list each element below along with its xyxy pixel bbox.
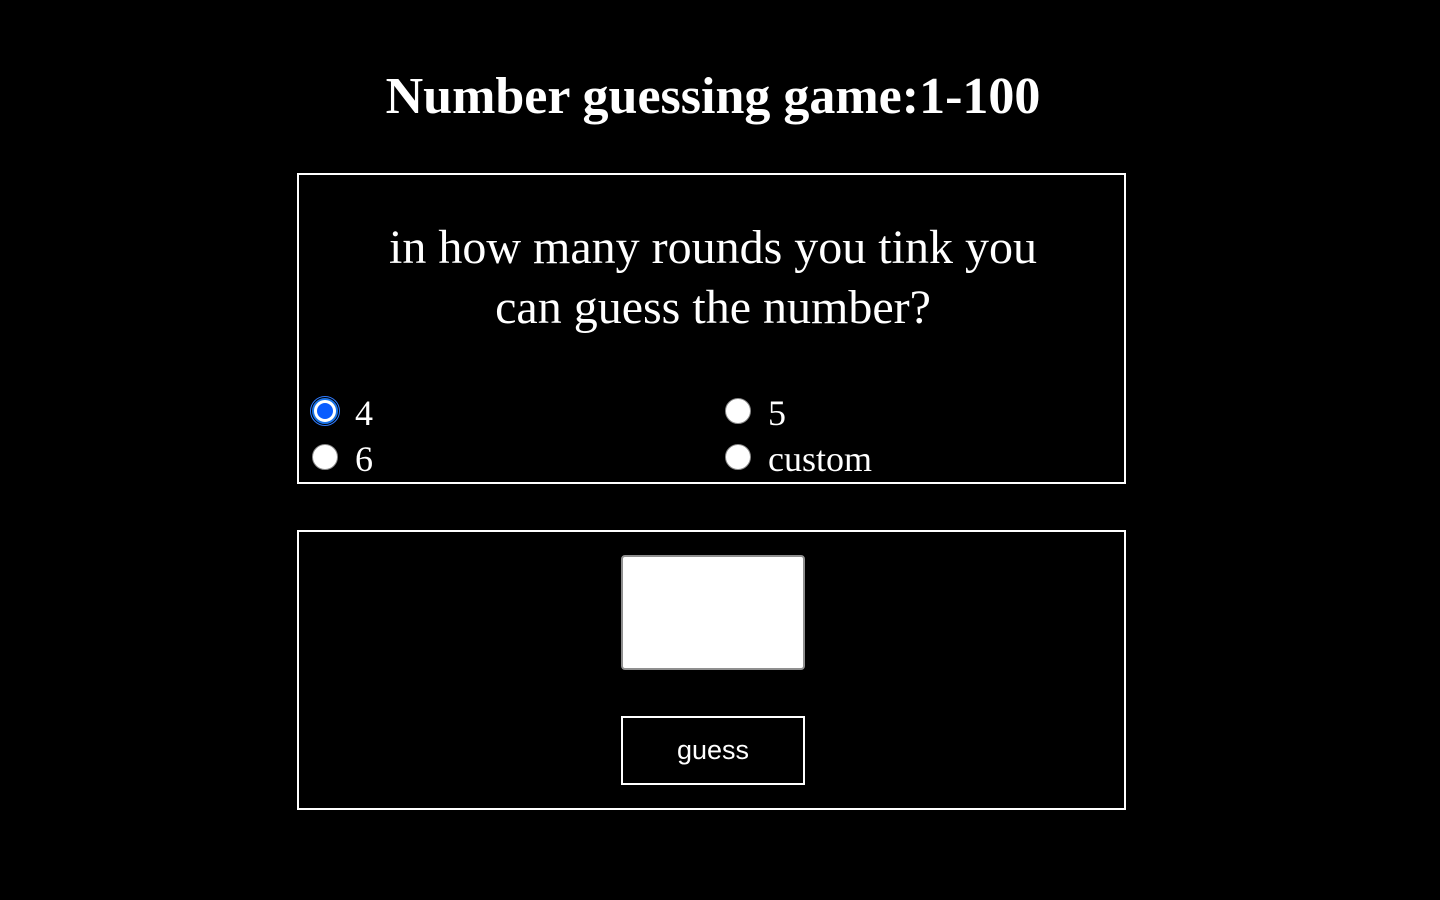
radio-button-5[interactable] xyxy=(725,398,751,424)
guess-button[interactable]: guess xyxy=(621,716,805,785)
rounds-option-6[interactable]: 6 xyxy=(312,437,373,479)
radio-button-custom[interactable] xyxy=(725,444,751,470)
rounds-option-custom[interactable]: custom xyxy=(725,437,872,479)
rounds-option-4[interactable]: 4 xyxy=(310,391,373,433)
rounds-option-4-label: 4 xyxy=(355,393,373,433)
radio-button-6[interactable] xyxy=(312,444,338,470)
rounds-question: in how many rounds you tink you can gues… xyxy=(389,221,1037,334)
radio-button-4[interactable] xyxy=(310,396,340,426)
rounds-question-container: in how many rounds you tink you can gues… xyxy=(0,218,1426,338)
rounds-option-5-label: 5 xyxy=(768,393,786,433)
rounds-option-custom-label: custom xyxy=(768,439,872,479)
page-title: Number guessing game:1-100 xyxy=(385,68,1041,125)
guess-input[interactable] xyxy=(621,555,805,670)
rounds-option-6-label: 6 xyxy=(355,439,373,479)
rounds-option-5[interactable]: 5 xyxy=(725,391,786,433)
